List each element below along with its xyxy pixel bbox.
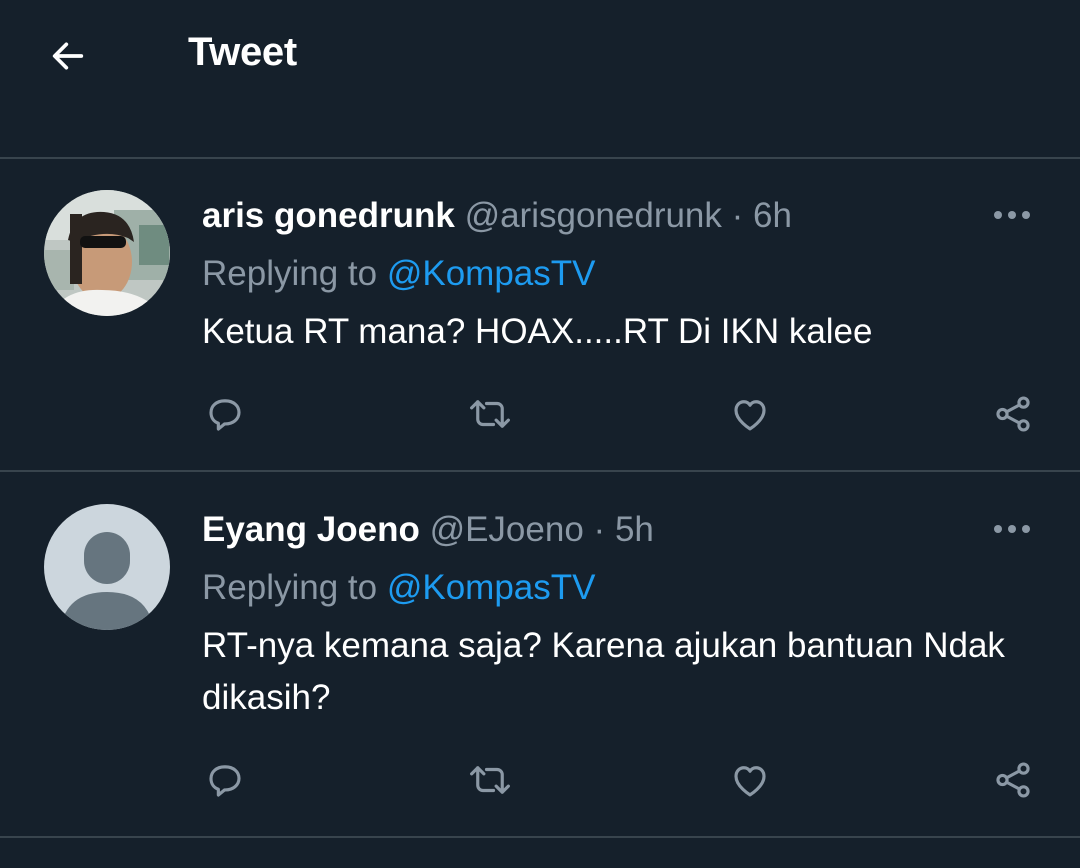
- like-icon: [734, 766, 766, 797]
- arrow-left-icon: [52, 42, 84, 70]
- share-icon: [996, 762, 1030, 798]
- page-title: Tweet: [188, 30, 297, 74]
- tweet-meta: aris gonedrunk @arisgonedrunk · 6h: [202, 194, 792, 238]
- tweet-meta: Eyang Joeno @EJoeno · 5h: [202, 508, 654, 552]
- retweet-icon: [470, 400, 510, 428]
- divider: [0, 157, 1080, 159]
- user-photo-avatar: [44, 190, 170, 316]
- mention-link[interactable]: @KompasTV: [387, 254, 596, 293]
- replying-to-line: Replying to @KompasTV: [202, 252, 596, 296]
- display-name[interactable]: aris gonedrunk: [202, 196, 455, 235]
- user-handle[interactable]: @EJoeno: [430, 510, 584, 549]
- timestamp[interactable]: 5h: [615, 510, 654, 549]
- replying-to-line: Replying to @KompasTV: [202, 566, 596, 610]
- like-button[interactable]: [720, 750, 780, 810]
- share-icon: [996, 396, 1030, 432]
- tweet-text: RT-nya kemana saja? Karena ajukan bantua…: [202, 626, 1005, 717]
- more-horizontal-icon: [994, 211, 1030, 219]
- retweet-button[interactable]: [460, 750, 520, 810]
- default-avatar: [44, 504, 170, 630]
- replying-to-label: Replying to: [202, 254, 378, 293]
- mention-link[interactable]: @KompasTV: [387, 568, 596, 607]
- reply-icon: [209, 765, 241, 797]
- display-name[interactable]: Eyang Joeno: [202, 510, 420, 549]
- back-button[interactable]: [40, 28, 96, 84]
- tweet-text: Ketua RT mana? HOAX.....RT Di IKN kalee: [202, 312, 873, 351]
- reply-button[interactable]: [195, 384, 255, 444]
- divider: [0, 470, 1080, 472]
- separator: ·: [731, 196, 744, 235]
- retweet-button[interactable]: [460, 384, 520, 444]
- more-options-button[interactable]: [986, 509, 1038, 549]
- more-options-button[interactable]: [986, 195, 1038, 235]
- share-button[interactable]: [983, 384, 1043, 444]
- reply-button[interactable]: [195, 750, 255, 810]
- user-handle[interactable]: @arisgonedrunk: [465, 196, 722, 235]
- like-icon: [734, 400, 766, 431]
- reply-icon: [209, 399, 241, 431]
- retweet-icon: [470, 766, 510, 794]
- more-horizontal-icon: [994, 525, 1030, 533]
- avatar[interactable]: [44, 190, 170, 316]
- top-app-bar: Tweet: [0, 0, 1080, 158]
- like-button[interactable]: [720, 384, 780, 444]
- separator: ·: [593, 510, 606, 549]
- share-button[interactable]: [983, 750, 1043, 810]
- avatar[interactable]: [44, 504, 170, 630]
- timestamp[interactable]: 6h: [753, 196, 792, 235]
- replying-to-label: Replying to: [202, 568, 378, 607]
- divider: [0, 836, 1080, 838]
